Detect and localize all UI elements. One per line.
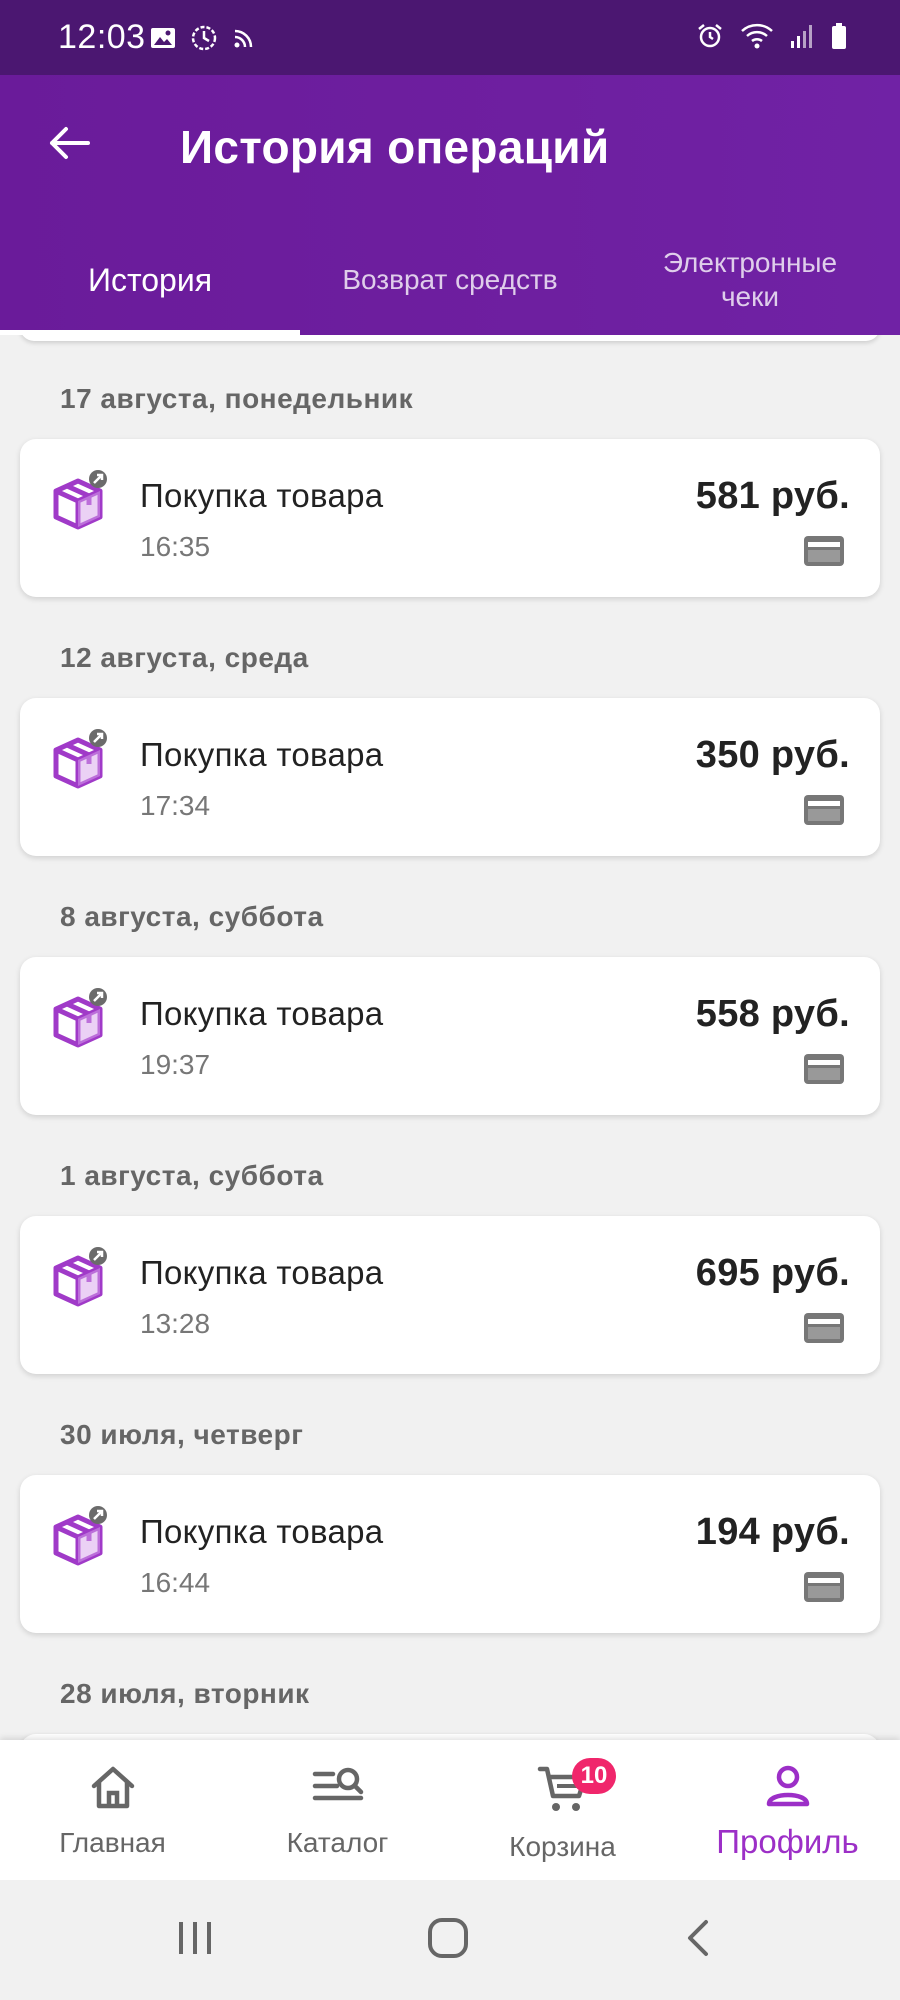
operation-name: Покупка товара	[140, 995, 384, 1032]
recent-apps-button[interactable]	[165, 1910, 225, 1970]
tab-history-label: История	[87, 262, 213, 298]
bank-card-icon	[802, 1051, 846, 1087]
operation-amount: 194 руб.	[695, 1511, 850, 1553]
wifi-icon	[740, 22, 774, 50]
operations-list[interactable]: 17 августа, понедельник Покупка товара 1…	[0, 335, 900, 1740]
home-circle-icon	[424, 1914, 472, 1967]
date-header: 30 июля, четверг	[60, 1419, 304, 1450]
operation-card[interactable]: Покупка товара 13:28 695 руб.	[20, 1216, 880, 1374]
package-icon	[48, 728, 112, 792]
tab-refunds[interactable]: Возврат средств	[300, 225, 600, 335]
nav-profile[interactable]: Профиль	[675, 1740, 900, 1880]
cast-icon	[232, 26, 256, 50]
package-icon	[48, 469, 112, 533]
operation-amount: 695 руб.	[695, 1252, 850, 1294]
catalog-search-icon	[311, 1764, 365, 1815]
system-navigation-bar	[0, 1880, 900, 2000]
status-bar: 12:03	[0, 0, 900, 75]
operation-card[interactable]: Покупка товара 16:35 581 руб.	[20, 439, 880, 597]
signal-icon	[790, 23, 814, 49]
operation-card[interactable]: Покупка товара 17:34 350 руб.	[20, 698, 880, 856]
profile-icon	[764, 1764, 812, 1815]
page-title: История операций	[180, 121, 610, 173]
nav-cart-label: Корзина	[509, 1831, 616, 1862]
operation-name: Покупка товара	[140, 1513, 384, 1550]
previous-card-edge	[20, 335, 880, 341]
date-header: 17 августа, понедельник	[60, 383, 414, 414]
package-icon	[48, 1246, 112, 1310]
chevron-left-icon	[678, 1916, 718, 1965]
operation-time: 13:28	[140, 1308, 211, 1339]
operation-card[interactable]: Покупка товара 16:44 194 руб.	[20, 1475, 880, 1633]
nav-catalog-label: Каталог	[286, 1827, 389, 1858]
operation-time: 19:37	[140, 1049, 211, 1080]
operation-time: 16:44	[140, 1567, 211, 1598]
alarm-icon	[696, 22, 724, 50]
clock-icon	[190, 24, 218, 52]
home-icon	[89, 1764, 137, 1815]
bank-card-icon	[802, 792, 846, 828]
package-icon	[48, 1505, 112, 1569]
arrow-left-icon	[48, 125, 92, 166]
date-header: 8 августа, суббота	[60, 901, 324, 932]
bank-card-icon	[802, 1569, 846, 1605]
bank-card-icon	[802, 1310, 846, 1346]
operation-time: 16:35	[140, 531, 211, 562]
bank-card-icon	[802, 533, 846, 569]
system-back-button[interactable]	[668, 1910, 728, 1970]
date-header: 12 августа, среда	[60, 642, 309, 673]
tab-history[interactable]: История	[0, 225, 300, 335]
operation-name: Покупка товара	[140, 736, 384, 773]
operation-amount: 581 руб.	[695, 475, 850, 517]
tab-refunds-label: Возврат средств	[342, 264, 558, 295]
operation-amount: 350 руб.	[695, 734, 850, 776]
date-header: 28 июля, вторник	[60, 1678, 310, 1709]
operation-name: Покупка товара	[140, 1254, 384, 1291]
nav-cart[interactable]: 10 Корзина	[450, 1740, 675, 1880]
app-bar: История операций История Возврат средств…	[0, 75, 900, 335]
tab-bar: История Возврат средств Электронные чеки	[0, 225, 900, 335]
bottom-navigation: Главная Каталог 10 Корзина Профиль	[0, 1740, 900, 1880]
nav-catalog[interactable]: Каталог	[225, 1740, 450, 1880]
nav-home[interactable]: Главная	[0, 1740, 225, 1880]
home-system-button[interactable]	[418, 1910, 478, 1970]
cart-count-badge: 10	[572, 1758, 616, 1794]
package-icon	[48, 987, 112, 1051]
recent-apps-icon	[173, 1916, 217, 1965]
tab-e-receipts-label: Электронные чеки	[662, 247, 838, 312]
operation-card[interactable]: Покупка товара 19:37 558 руб.	[20, 957, 880, 1115]
operation-time: 17:34	[140, 790, 211, 821]
tab-e-receipts[interactable]: Электронные чеки	[600, 225, 900, 335]
battery-icon	[830, 22, 848, 50]
back-button[interactable]	[40, 115, 100, 175]
operation-name: Покупка товара	[140, 477, 384, 514]
status-time: 12:03	[58, 18, 146, 56]
date-header: 1 августа, суббота	[60, 1160, 324, 1191]
nav-profile-label: Профиль	[716, 1823, 859, 1860]
operation-amount: 558 руб.	[695, 993, 850, 1035]
image-icon	[150, 26, 176, 50]
nav-home-label: Главная	[59, 1827, 166, 1858]
